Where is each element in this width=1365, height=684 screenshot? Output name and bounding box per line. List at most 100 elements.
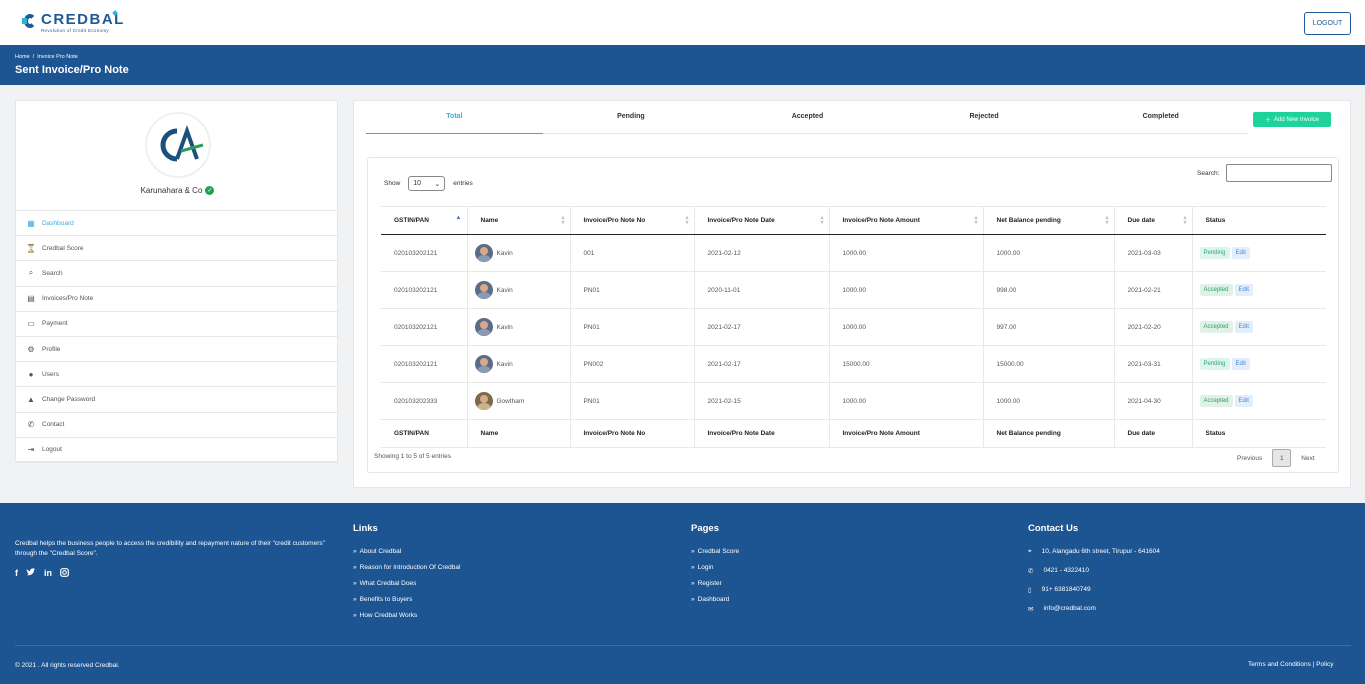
social-links: f in: [15, 568, 69, 578]
sidebar-item-label: Users: [42, 370, 59, 378]
sidebar-item-users[interactable]: ● Users: [16, 362, 339, 388]
footer-net-balance: Net Balance pending: [983, 419, 1115, 448]
search-label: Search:: [1197, 170, 1220, 177]
column-header-invoice-amount[interactable]: Invoice/Pro Note Amount ▴ ▾: [829, 206, 984, 235]
table-row: 020103202121 Kavin PN01 2020-11-01 1000.…: [381, 271, 1326, 309]
cell-invoice-no: PN01: [570, 382, 695, 420]
sidebar-item-invoices[interactable]: ▤ Invoices/Pro Note: [16, 287, 339, 312]
facebook-icon[interactable]: f: [15, 568, 18, 578]
column-header-due-date[interactable]: Due date ▴ ▾: [1114, 206, 1193, 235]
user-avatar: [474, 318, 493, 336]
edit-button[interactable]: Edit: [1234, 284, 1253, 296]
status-badge: Accepted: [1199, 284, 1233, 296]
contact-mobile: ▯ 91+ 6381840749: [1028, 586, 1091, 594]
column-header-name[interactable]: Name ▴ ▾: [467, 206, 571, 235]
next-button[interactable]: Next: [1301, 455, 1314, 462]
sidebar-item-profile[interactable]: ⚙ Profile: [16, 337, 339, 363]
lock-icon: ▲: [27, 394, 35, 404]
sidebar-item-label: Search: [42, 269, 63, 277]
sidebar-item-change-password[interactable]: ▲ Change Password: [16, 387, 339, 413]
copyright: © 2021 . All rights reserved Credbal.: [15, 662, 120, 669]
sidebar-item-credbal-score[interactable]: ⌛ Credbal Score: [16, 236, 339, 262]
instagram-icon[interactable]: [60, 568, 69, 577]
cell-status: Accepted Edit: [1192, 382, 1326, 420]
edit-button[interactable]: Edit: [1231, 358, 1250, 370]
cell-amount: 1000.00: [829, 308, 984, 346]
breadcrumb-home[interactable]: Home: [15, 54, 30, 60]
cell-gstin: 020103202333: [381, 382, 468, 420]
double-chevron-icon: »: [353, 548, 357, 555]
footer-divider: [15, 645, 1351, 646]
footer-link[interactable]: » What Credbal Does: [353, 580, 460, 596]
sidebar-item-search[interactable]: ⌕ Search: [16, 261, 339, 287]
sidebar-item-payment[interactable]: ▭ Payment: [16, 312, 339, 337]
user-avatar: [474, 392, 493, 410]
envelope-icon: ✉: [1028, 606, 1034, 613]
credbal-logo[interactable]: CREDBAL Revolution of Credit Economy: [22, 10, 125, 33]
footer-page-link[interactable]: » Register: [691, 580, 739, 596]
cell-amount: 1000.00: [829, 271, 984, 309]
linkedin-icon[interactable]: in: [44, 568, 52, 578]
tab-total[interactable]: Total: [366, 109, 543, 134]
page-title: Sent Invoice/Pro Note: [15, 64, 129, 76]
edit-button[interactable]: Edit: [1234, 321, 1253, 333]
contact-email[interactable]: ✉ info@credbal.com: [1028, 605, 1160, 624]
invoice-table-card: Show 10 ⌄ entries Search: GSTIN/PAN ▲ Nam…: [367, 157, 1339, 473]
column-header-invoice-no[interactable]: Invoice/Pro Note No ▴ ▾: [570, 206, 695, 235]
logout-button[interactable]: LOGOUT: [1304, 12, 1351, 35]
contact-address: ⌖ 10, Alangadu 6th street, Tirupur - 6416…: [1028, 548, 1160, 555]
footer-status: Status: [1192, 419, 1326, 448]
page-1-button[interactable]: 1: [1272, 449, 1292, 467]
tab-pending[interactable]: Pending: [543, 109, 720, 133]
cell-status: Pending Edit: [1192, 345, 1326, 383]
cell-due-date: 2021-02-21: [1114, 271, 1193, 309]
sort-icon: ▴ ▾: [820, 215, 824, 226]
breadcrumb-separator: /: [32, 54, 35, 60]
entries-select[interactable]: 10 ⌄: [408, 176, 446, 191]
table-row: 020103202121 Kavin PN002 2021-02-17 1500…: [381, 345, 1326, 383]
footer-page-link[interactable]: » Login: [691, 564, 739, 580]
table-header-row: GSTIN/PAN ▲ Name ▴ ▾ Invoice/Pro Note No ▴ ▾ …: [381, 206, 1326, 235]
hourglass-icon: ⌛: [26, 243, 36, 253]
footer-about: Credbal helps the business people to acc…: [15, 540, 325, 557]
tab-accepted[interactable]: Accepted: [719, 109, 896, 133]
footer-page-link[interactable]: » Credbal Score: [691, 548, 739, 564]
double-chevron-icon: »: [353, 612, 357, 619]
footer-link[interactable]: » About Credbal: [353, 548, 460, 564]
sidebar-item-label: Payment: [42, 320, 68, 328]
site-footer: Credbal helps the business people to acc…: [0, 503, 1365, 684]
footer-page-link[interactable]: » Dashboard: [691, 596, 739, 612]
sidebar-item-contact[interactable]: ✆ Contact: [16, 413, 339, 438]
phone-icon: ✆: [1028, 568, 1034, 575]
column-header-gstin[interactable]: GSTIN/PAN ▲: [381, 206, 468, 235]
add-new-invoice-button[interactable]: ＋ Add New Invoice: [1253, 112, 1331, 127]
cell-due-date: 2021-03-31: [1114, 345, 1193, 383]
terms-link[interactable]: Terms and Conditions | Policy: [1248, 661, 1334, 668]
cell-invoice-date: 2021-02-12: [694, 234, 830, 272]
page-banner: Home / Invoice Pro Note Sent Invoice/Pro…: [0, 45, 1365, 85]
contact-phone: ✆ 0421 - 4322410: [1028, 567, 1089, 575]
sidebar-item-logout[interactable]: ⇥ Logout: [16, 438, 339, 463]
sidebar-item-dashboard[interactable]: ▦ Dashboard: [16, 211, 339, 237]
column-header-invoice-date[interactable]: Invoice/Pro Note Date ▴ ▾: [694, 206, 830, 235]
edit-button[interactable]: Edit: [1231, 247, 1250, 259]
tab-completed[interactable]: Completed: [1072, 109, 1249, 133]
cell-status: Pending Edit: [1192, 234, 1326, 272]
search-input[interactable]: [1226, 164, 1332, 182]
edit-button[interactable]: Edit: [1234, 395, 1253, 407]
cell-invoice-date: 2021-02-15: [694, 382, 830, 420]
breadcrumb-current: Invoice Pro Note: [37, 54, 78, 60]
column-header-net-balance[interactable]: Net Balance pending ▴ ▾: [983, 206, 1115, 235]
cell-balance: 998.00: [983, 271, 1115, 309]
twitter-icon[interactable]: [26, 568, 36, 577]
footer-link[interactable]: » Benefits to Buyers: [353, 596, 460, 612]
previous-button[interactable]: Previous: [1237, 455, 1262, 462]
sidebar-item-label: Profile: [42, 345, 61, 353]
footer-invoice-date: Invoice/Pro Note Date: [694, 419, 830, 448]
footer-link[interactable]: » How Credbal Works: [353, 612, 460, 628]
mobile-icon: ▯: [1028, 587, 1032, 594]
footer-link[interactable]: » Reason for Introduction Of Credbal: [353, 564, 460, 580]
tab-rejected[interactable]: Rejected: [896, 109, 1073, 133]
sort-icon: ▴ ▾: [1105, 215, 1109, 226]
sort-icon: ▴ ▾: [685, 215, 689, 226]
